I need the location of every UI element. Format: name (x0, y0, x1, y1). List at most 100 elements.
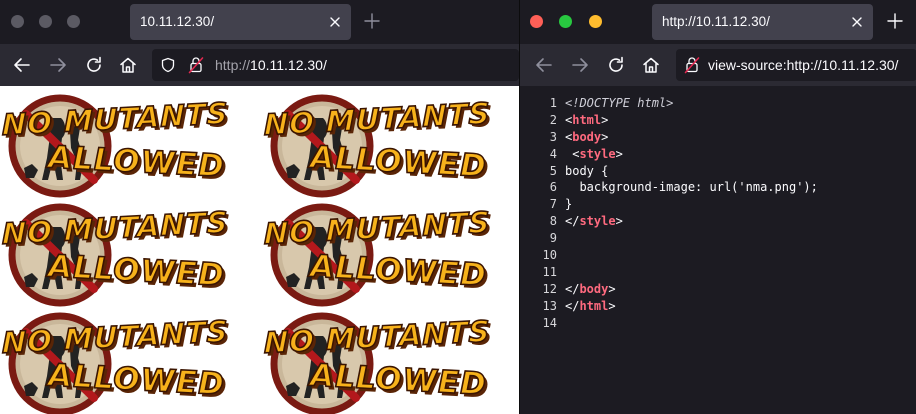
shield-icon[interactable] (160, 57, 176, 73)
nma-background-tile: NO MUTANTS ALLOWED (262, 88, 512, 198)
window-close-button[interactable] (11, 15, 24, 28)
line-number: 1 (549, 96, 557, 110)
window-minimize-button[interactable] (39, 15, 52, 28)
line-code: background-image: url('nma.png'); (565, 179, 818, 196)
line-number: 13 (542, 298, 557, 313)
source-token: < (565, 146, 580, 161)
page-source-view[interactable]: 1 <!DOCTYPE html> 2 <html> 3 <body> 4 <style> 5… (520, 86, 916, 414)
forward-icon[interactable] (569, 54, 591, 76)
source-token: </ (565, 281, 580, 296)
source-token: </ (565, 214, 580, 229)
url-bar[interactable]: http://10.11.12.30/ (152, 49, 519, 81)
line-number: 6 (549, 180, 557, 195)
source-line: 3 <body> (520, 129, 916, 146)
source-token: } (565, 197, 573, 212)
nma-background-tile: NO MUTANTS ALLOWED (262, 306, 512, 414)
line-code: <style> (565, 146, 623, 163)
line-number: 3 (549, 129, 557, 144)
tab-title: http://10.11.12.30/ (662, 14, 770, 29)
window-minimize-button[interactable] (559, 15, 572, 28)
line-number: 10 (542, 248, 557, 263)
source-token: background-image: url('nma.png'); (565, 180, 818, 195)
line-number: 8 (549, 214, 557, 229)
html-tag-name: body (572, 129, 602, 144)
html-tag-name: style (579, 214, 616, 229)
line-number: 14 (542, 315, 557, 330)
source-token: > (608, 281, 616, 296)
source-line: 10 (520, 247, 916, 264)
reload-icon[interactable] (605, 54, 627, 76)
forward-icon[interactable] (47, 54, 69, 76)
source-token: > (615, 146, 623, 161)
source-line: 12 </body> (520, 281, 916, 298)
source-token: </ (565, 298, 580, 313)
source-line: 6 background-image: url('nma.png'); (520, 179, 916, 196)
left-browser-window: 10.11.12.30/ http://10.11.12.30/ NO MUTA… (0, 0, 519, 414)
tab-active[interactable]: http://10.11.12.30/ (652, 4, 873, 40)
source-token: > (601, 129, 609, 144)
url-text[interactable]: view-source:http://10.11.12.30/ (708, 57, 898, 73)
source-line: 2 <html> (520, 112, 916, 129)
close-tab-icon[interactable] (325, 12, 345, 32)
line-code: body { (565, 163, 608, 180)
new-tab-icon[interactable] (362, 11, 382, 31)
url-host: 10.11.12.30/ (250, 57, 327, 73)
html-tag-name: body (579, 281, 609, 296)
line-code: } (565, 196, 572, 213)
source-line: 5 body { (520, 163, 916, 180)
tab-active[interactable]: 10.11.12.30/ (130, 4, 351, 40)
nma-background-tile: NO MUTANTS ALLOWED (0, 88, 250, 198)
tab-title: 10.11.12.30/ (140, 14, 215, 29)
insecure-lock-icon[interactable] (684, 56, 700, 74)
nma-background-tile: NO MUTANTS ALLOWED (262, 197, 512, 307)
url-text[interactable]: http://10.11.12.30/ (215, 57, 327, 73)
source-line: 11 (520, 264, 916, 281)
tab-bar: http://10.11.12.30/ (520, 0, 916, 44)
window-close-button[interactable] (530, 15, 543, 28)
source-line: 7} (520, 196, 916, 213)
line-number: 9 (549, 231, 557, 246)
right-browser-window: http://10.11.12.30/ view-source:http://1… (519, 0, 916, 414)
window-maximize-button[interactable] (67, 15, 80, 28)
insecure-lock-icon[interactable] (188, 56, 204, 74)
nma-background-tile: NO MUTANTS ALLOWED (0, 306, 250, 414)
url-bar[interactable]: view-source:http://10.11.12.30/ (676, 49, 916, 81)
back-icon[interactable] (533, 54, 555, 76)
back-icon[interactable] (11, 54, 33, 76)
source-line: 8 </style> (520, 213, 916, 230)
line-code: </style> (565, 213, 623, 230)
line-code: <body> (565, 129, 608, 146)
line-code: </html> (565, 298, 616, 315)
source-token: <!DOCTYPE html> (565, 96, 674, 110)
new-tab-icon[interactable] (885, 11, 905, 31)
line-number: 2 (549, 112, 557, 127)
nma-background-tile: NO MUTANTS ALLOWED (0, 197, 250, 307)
line-number: 7 (549, 197, 557, 212)
html-tag-name: style (579, 146, 616, 161)
close-tab-icon[interactable] (847, 12, 867, 32)
navigation-toolbar: view-source:http://10.11.12.30/ (520, 44, 916, 86)
url-host: http://10.11.12.30/ (786, 57, 899, 73)
line-number: 4 (549, 146, 557, 161)
window-maximize-button[interactable] (589, 15, 602, 28)
source-token: > (601, 112, 609, 127)
source-token: body { (565, 163, 609, 178)
url-scheme: view-source: (708, 57, 787, 73)
line-number: 11 (542, 264, 557, 279)
html-tag-name: html (572, 112, 602, 127)
source-line: 4 <style> (520, 146, 916, 163)
home-icon[interactable] (117, 54, 139, 76)
tab-bar: 10.11.12.30/ (0, 0, 519, 44)
line-number: 5 (549, 163, 557, 178)
reload-icon[interactable] (83, 54, 105, 76)
line-number: 12 (542, 281, 557, 296)
line-code: </body> (565, 281, 616, 298)
url-scheme: http:// (215, 57, 251, 73)
line-code: <html> (565, 112, 608, 129)
source-line: 1 <!DOCTYPE html> (520, 95, 916, 112)
source-line: 9 (520, 230, 916, 247)
web-page-content: NO MUTANTS ALLOWED NO MUTANTS ALLOWED NO MUT… (0, 86, 519, 414)
home-icon[interactable] (640, 54, 662, 76)
navigation-toolbar: http://10.11.12.30/ (0, 44, 519, 86)
source-line: 14 (520, 315, 916, 332)
